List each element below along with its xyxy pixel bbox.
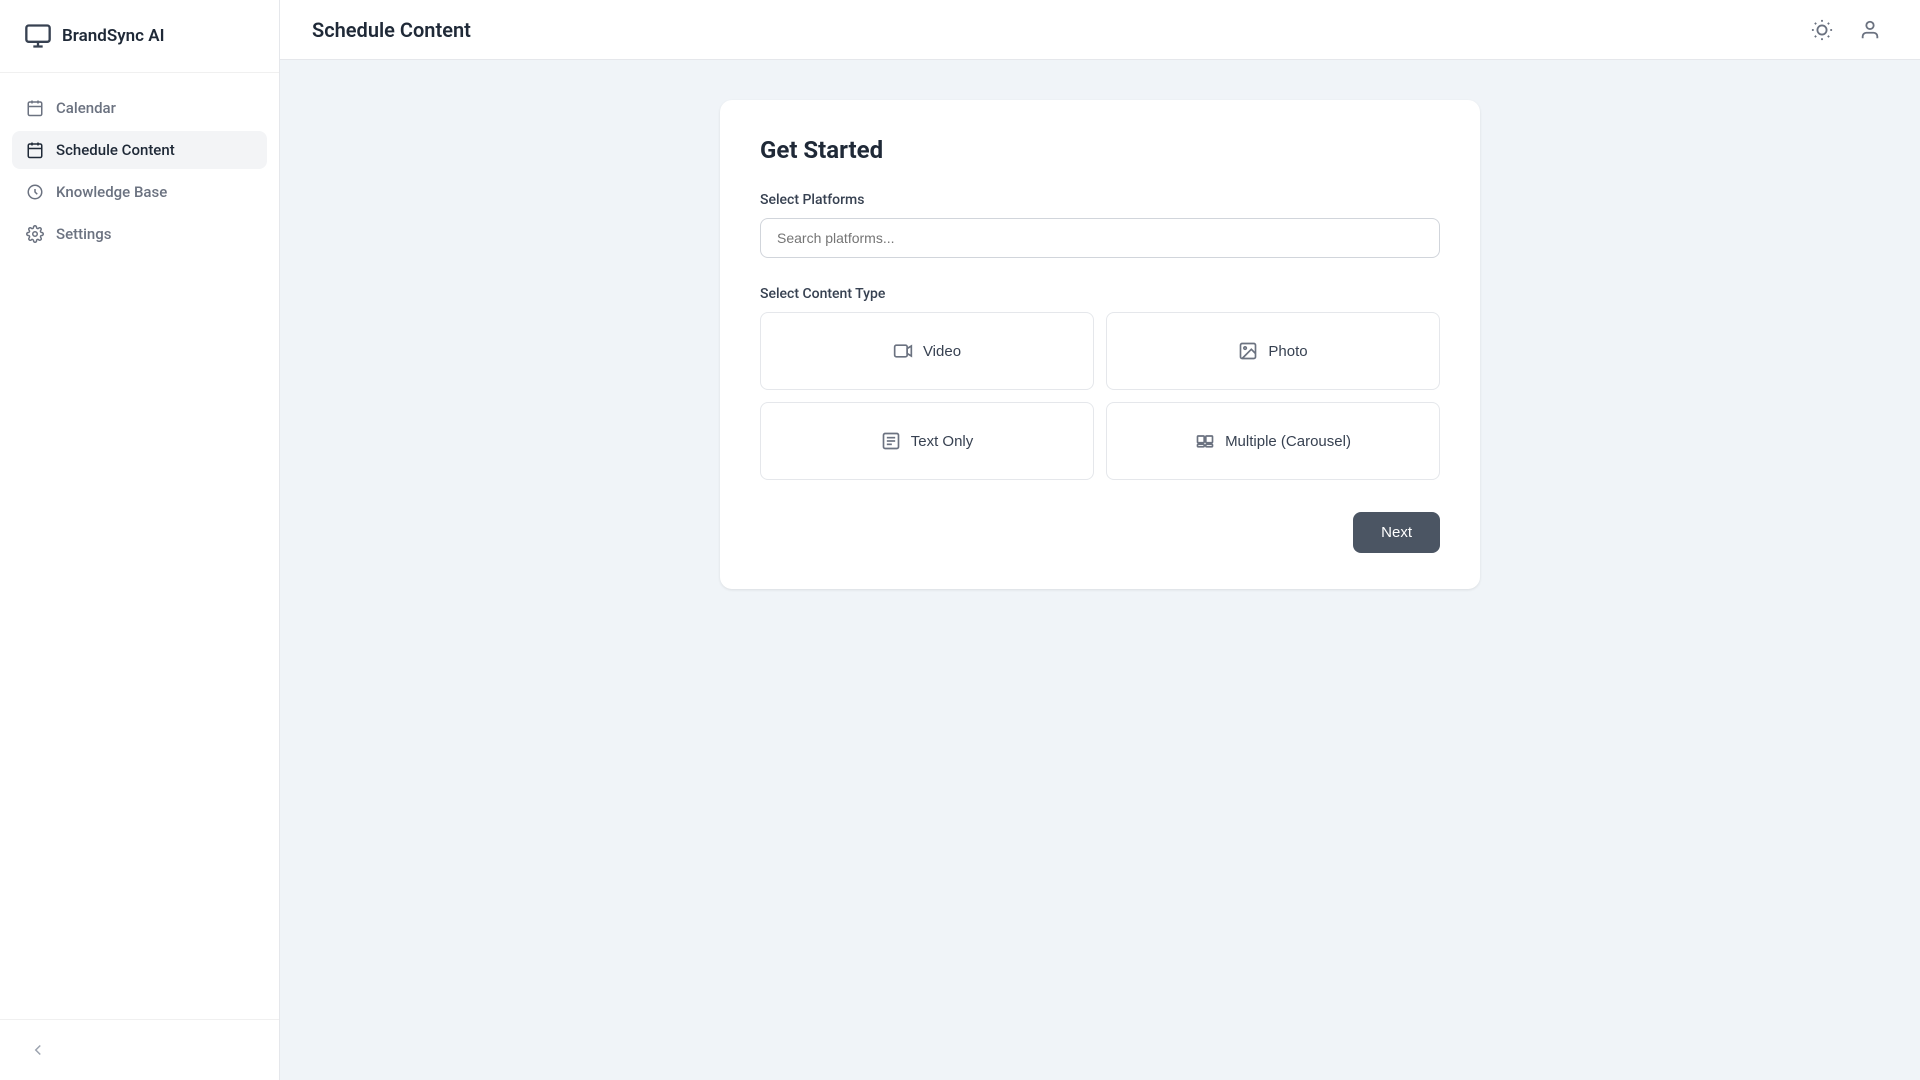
text-only-icon (881, 431, 901, 451)
sidebar-nav: Calendar Schedule Content Knowledge Base… (0, 73, 279, 1019)
photo-icon (1238, 341, 1258, 361)
sidebar-item-schedule-label: Schedule Content (56, 141, 175, 159)
get-started-card: Get Started Select Platforms Select Cont… (720, 100, 1480, 589)
content-type-photo-button[interactable]: Photo (1106, 312, 1440, 390)
card-heading: Get Started (760, 136, 1440, 164)
main-content: Get Started Select Platforms Select Cont… (280, 60, 1920, 1080)
content-type-grid: Video Photo (760, 312, 1440, 480)
sidebar-item-knowledge-label: Knowledge Base (56, 183, 167, 201)
content-type-video-label: Video (923, 343, 961, 360)
main: Schedule Content (280, 0, 1920, 1080)
sidebar-item-schedule-content[interactable]: Schedule Content (12, 131, 267, 169)
content-type-carousel-label: Multiple (Carousel) (1225, 433, 1351, 450)
sidebar-bottom (0, 1019, 279, 1080)
schedule-icon (26, 141, 44, 159)
sidebar-item-settings-label: Settings (56, 225, 112, 243)
content-type-text-only-button[interactable]: Text Only (760, 402, 1094, 480)
content-type-label: Select Content Type (760, 286, 1440, 302)
sidebar-logo: BrandSync AI (0, 0, 279, 73)
sun-icon (1811, 19, 1833, 41)
chevron-left-icon (29, 1041, 47, 1059)
app-name: BrandSync AI (62, 26, 164, 46)
sidebar-item-settings[interactable]: Settings (12, 215, 267, 253)
sidebar-item-calendar[interactable]: Calendar (12, 89, 267, 127)
sidebar-item-knowledge-base[interactable]: Knowledge Base (12, 173, 267, 211)
collapse-button[interactable] (24, 1036, 52, 1064)
page-title: Schedule Content (312, 18, 471, 42)
topbar: Schedule Content (280, 0, 1920, 60)
content-type-video-button[interactable]: Video (760, 312, 1094, 390)
platforms-label: Select Platforms (760, 192, 1440, 208)
content-type-photo-label: Photo (1268, 343, 1307, 360)
carousel-icon (1195, 431, 1215, 451)
card-footer: Next (760, 512, 1440, 553)
platforms-search-input[interactable] (760, 218, 1440, 258)
user-account-button[interactable] (1852, 12, 1888, 48)
theme-toggle-button[interactable] (1804, 12, 1840, 48)
knowledge-base-icon (26, 183, 44, 201)
platforms-search-wrapper (760, 218, 1440, 258)
video-icon (893, 341, 913, 361)
content-type-carousel-button[interactable]: Multiple (Carousel) (1106, 402, 1440, 480)
sidebar: BrandSync AI Calendar Schedule Content K… (0, 0, 280, 1080)
calendar-icon (26, 99, 44, 117)
next-button[interactable]: Next (1353, 512, 1440, 553)
topbar-actions (1804, 12, 1888, 48)
settings-icon (26, 225, 44, 243)
logo-icon (24, 22, 52, 50)
sidebar-item-calendar-label: Calendar (56, 99, 116, 117)
content-type-text-only-label: Text Only (911, 433, 974, 450)
user-icon (1859, 19, 1881, 41)
